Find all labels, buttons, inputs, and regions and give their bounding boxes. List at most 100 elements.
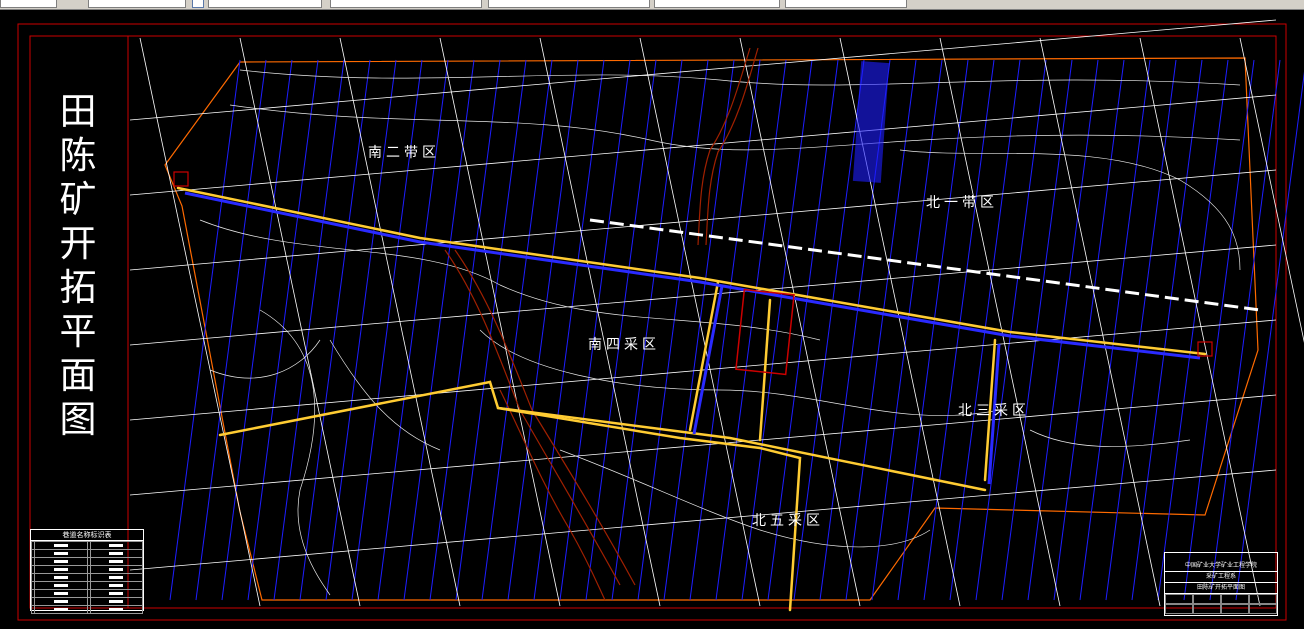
legend-cell [34, 573, 88, 582]
seam-line [949, 59, 1021, 601]
legend-row [30, 565, 144, 574]
legend-swatch [109, 544, 124, 547]
legend-swatch [109, 576, 124, 579]
drawing-canvas[interactable]: 田陈矿开拓平面图 南二带区 北一带区 南四采区 北三采区 北五采区 巷道名称标识… [0, 10, 1304, 629]
legend-swatch [109, 608, 124, 611]
legend-cell [89, 605, 144, 614]
legend-swatch [53, 600, 68, 603]
tb-cell [1165, 604, 1193, 614]
legend-cell [89, 589, 144, 598]
legend-swatch [53, 592, 68, 595]
seam-line [429, 59, 501, 601]
legend-swatch [109, 568, 124, 571]
legend-cell [89, 597, 144, 606]
seam-line [169, 59, 241, 601]
grid-line-horizontal [129, 244, 1277, 346]
plotstyle-dropdown[interactable] [488, 0, 650, 8]
legend-swatch [53, 568, 68, 571]
seam-line [663, 59, 735, 601]
legend-cell [34, 597, 88, 606]
legend-swatch [53, 608, 68, 611]
seam-line [1209, 59, 1281, 601]
lineweight-dropdown[interactable] [330, 0, 482, 8]
legend-cell [34, 605, 88, 614]
legend-row [30, 549, 144, 558]
mine-plan-drawing [17, 19, 1304, 621]
title-block-dept: 采矿工程系 [1165, 572, 1277, 583]
legend-cell [89, 565, 144, 574]
grid-line-horizontal [129, 394, 1277, 496]
seam-line [195, 59, 267, 601]
legend-row [30, 557, 144, 566]
legend-swatch [53, 584, 68, 587]
title-block-drawing-name: 田陈矿开拓平面图 [1165, 583, 1277, 594]
legend-cell [89, 541, 144, 550]
tb-cell [1249, 594, 1277, 604]
inner-frame [29, 35, 1277, 609]
zone-label-north-one: 北一带区 [926, 195, 998, 211]
legend-grid [30, 541, 144, 614]
zone-label-south-four: 南四采区 [588, 337, 660, 353]
seam-line [247, 59, 319, 601]
zone-label-south-two: 南二带区 [368, 145, 440, 161]
seam-line [325, 59, 397, 601]
tb-cell [1165, 594, 1193, 604]
legend-title: 巷道名称标识表 [31, 530, 143, 541]
linetype-dropdown[interactable] [88, 0, 186, 8]
seam-line [1053, 59, 1125, 601]
west-marker [173, 171, 189, 187]
seam-line [403, 59, 475, 601]
seam-contour-lines [169, 59, 1304, 601]
legend-cell [34, 541, 88, 550]
zone-label-north-five: 北五采区 [752, 513, 824, 529]
dimstyle-dropdown[interactable] [785, 0, 907, 8]
seam-line [637, 59, 709, 601]
style-dropdown[interactable] [654, 0, 780, 8]
railway-line [589, 218, 1261, 312]
grid-line-vertical [339, 37, 461, 607]
tb-cell [1249, 604, 1277, 614]
grid-line-vertical [539, 37, 661, 607]
seam-line [377, 59, 449, 601]
legend-row [30, 589, 144, 598]
title-block-org: 中国矿业大学矿业工程学院 [1165, 561, 1277, 572]
seam-line [585, 59, 657, 601]
seam-line [507, 59, 579, 601]
seam-line [559, 59, 631, 601]
mine-boundary [164, 57, 1259, 601]
legend-cell [89, 581, 144, 590]
legend-cell [34, 565, 88, 574]
legend-swatch [53, 576, 68, 579]
legend-cell [34, 549, 88, 558]
legend-swatch [109, 560, 124, 563]
legend-swatch [109, 584, 124, 587]
seam-line [1157, 59, 1229, 601]
tb-cell [1221, 594, 1249, 604]
seam-line [1079, 59, 1151, 601]
title-block-grid [1165, 594, 1277, 614]
seam-line [611, 59, 683, 601]
tb-cell [1193, 604, 1221, 614]
cad-toolbar [0, 0, 1304, 10]
legend-row [30, 605, 144, 614]
seam-line [221, 59, 293, 601]
legend-swatch [109, 592, 124, 595]
tb-cell [1193, 594, 1221, 604]
seam-line [455, 59, 527, 601]
map-title: 田陈矿开拓平面图 [59, 90, 97, 441]
legend-row [30, 541, 144, 550]
seam-line [1131, 59, 1203, 601]
legend-cell [89, 573, 144, 582]
seam-line [1027, 59, 1099, 601]
hatched-area [852, 61, 890, 183]
layer-dropdown[interactable] [0, 0, 57, 8]
layer-properties-icon[interactable] [192, 0, 204, 8]
legend-swatch [53, 552, 68, 555]
grid-line-vertical [439, 37, 561, 607]
color-dropdown[interactable] [208, 0, 322, 8]
legend-table: 巷道名称标识表 [30, 529, 144, 614]
tb-cell [1221, 604, 1249, 614]
seam-line [975, 59, 1047, 601]
legend-cell [34, 557, 88, 566]
legend-cell [34, 589, 88, 598]
